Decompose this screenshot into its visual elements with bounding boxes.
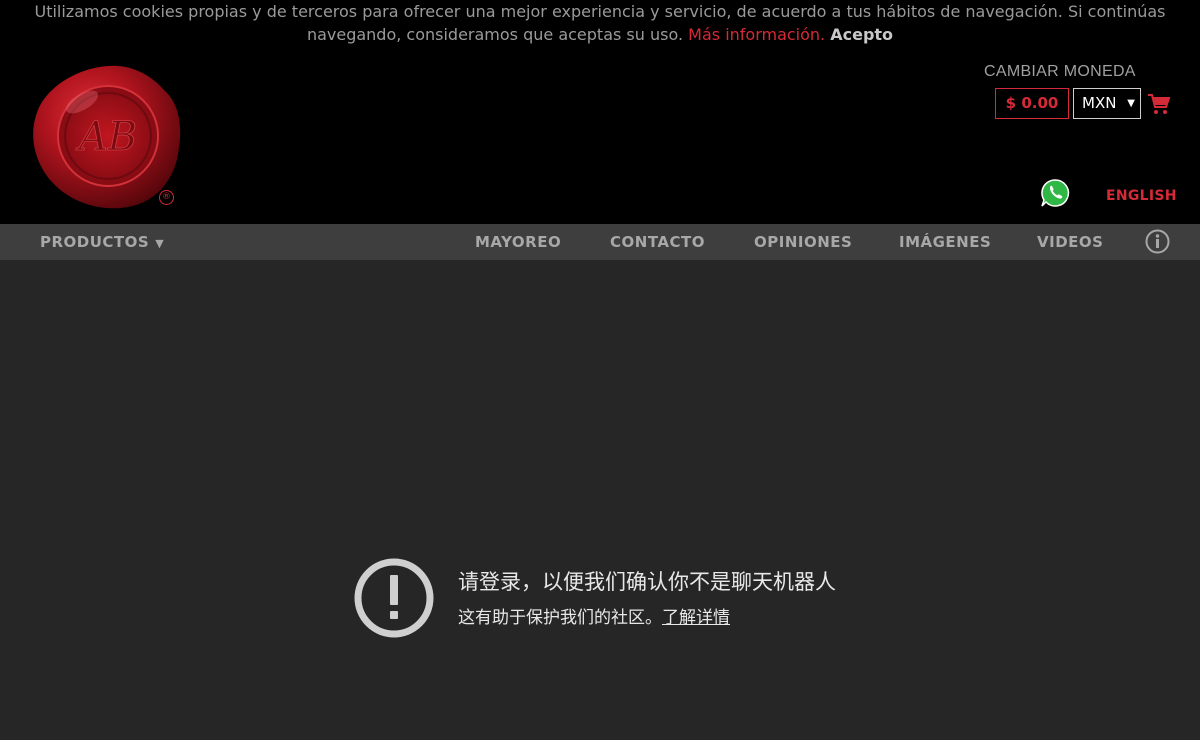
alert-body-text: 这有助于保护我们的社区。 [458,608,662,628]
nav-videos[interactable]: VIDEOS [1037,224,1103,260]
alert-exclamation-icon [354,558,434,638]
currency-title: CAMBIAR MONEDA [984,63,1136,80]
cookie-accept-button[interactable]: Acepto [830,25,893,44]
cookie-more-info-link[interactable]: Más información. [688,25,825,44]
svg-text:AB: AB [75,114,137,160]
cart-icon[interactable] [1147,92,1171,116]
dropdown-caret-icon: ▼ [155,237,165,250]
nav-imagenes[interactable]: IMÁGENES [899,224,991,260]
language-link-english[interactable]: ENGLISH [1106,188,1177,204]
nav-opiniones[interactable]: OPINIONES [754,224,852,260]
registered-mark: ® [159,190,174,205]
info-icon[interactable] [1145,229,1170,254]
whatsapp-icon[interactable] [1040,178,1070,208]
site-header: Utilizamos cookies propias y de terceros… [0,0,1200,224]
main-content [0,260,1200,740]
alert-body: 这有助于保护我们的社区。了解详情 [458,603,730,628]
caret-down-icon: ▼ [1127,98,1135,109]
currency-select[interactable]: MXN ▼ [1073,88,1141,119]
alert-title: 请登录，以便我们确认你不是聊天机器人 [458,570,836,594]
cookie-text-line1: Utilizamos cookies propias y de terceros… [34,2,1166,21]
nav-productos[interactable]: PRODUCTOS ▼ [40,224,164,260]
cart-total-button[interactable]: $ 0.00 [995,88,1069,119]
nav-productos-label: PRODUCTOS [40,233,150,251]
learn-more-link[interactable]: 了解详情 [662,608,730,628]
main-nav: PRODUCTOS ▼ MAYOREO CONTACTO OPINIONES IM… [0,224,1200,260]
currency-selected-value: MXN [1082,94,1117,112]
cookie-text-line2: navegando, consideramos que aceptas su u… [306,25,684,44]
cookie-banner: Utilizamos cookies propias y de terceros… [0,0,1200,48]
nav-mayoreo[interactable]: MAYOREO [475,224,561,260]
nav-contacto[interactable]: CONTACTO [610,224,705,260]
